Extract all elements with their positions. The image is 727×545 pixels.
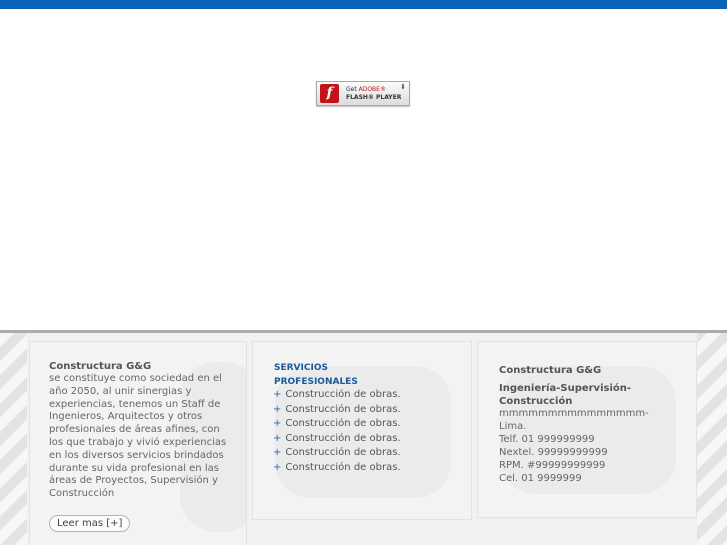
list-item[interactable]: + Construcción de obras. bbox=[273, 446, 401, 461]
contact-address-line: mmmmmmmmmmmmmmm- bbox=[499, 408, 649, 419]
plus-icon: + bbox=[273, 432, 282, 444]
plus-icon: + bbox=[273, 447, 282, 459]
contact-city: Lima. bbox=[499, 420, 527, 432]
get-flash-player-button[interactable]: f Get ADOBE® FLASH® PLAYER ⬇ bbox=[316, 81, 410, 106]
list-item[interactable]: + Construcción de obras. bbox=[273, 388, 401, 403]
flash-badge-line2: FLASH® PLAYER bbox=[346, 94, 402, 101]
contact-nextel: Nextel. 99999999999 bbox=[499, 446, 608, 458]
contact-subtitle: Ingeniería-Supervisión-Construcción bbox=[499, 383, 632, 407]
contact-rpm: RPM. #99999999999 bbox=[499, 459, 606, 471]
list-item[interactable]: + Construcción de obras. bbox=[273, 417, 401, 432]
plus-icon: + bbox=[273, 461, 282, 473]
about-description: se constituye como sociedad en el año 20… bbox=[49, 373, 227, 500]
top-accent-bar bbox=[0, 0, 727, 9]
services-list: + Construcción de obras. + Construcción de… bbox=[273, 388, 401, 476]
read-more-button[interactable]: Leer mas [+] bbox=[49, 515, 131, 532]
services-title: SERVICIOS PROFESIONALES bbox=[274, 363, 358, 387]
contact-details: mmmmmmmmmmmmmmm- Lima. Telf. 01 99999999… bbox=[499, 408, 649, 485]
list-item[interactable]: + Construcción de obras. bbox=[273, 432, 401, 447]
contact-cell: Cel. 01 9999999 bbox=[499, 472, 582, 484]
download-arrow-icon: ⬇ bbox=[400, 83, 406, 91]
plus-icon: + bbox=[273, 418, 282, 430]
plus-icon: + bbox=[273, 403, 282, 415]
plus-icon: + bbox=[273, 389, 282, 400]
about-title: Constructura G&G bbox=[49, 361, 152, 372]
list-item[interactable]: + Construcción de obras. bbox=[273, 403, 401, 418]
flash-badge-line1: Get ADOBE® bbox=[346, 86, 386, 93]
flash-logo-icon: f bbox=[320, 84, 339, 103]
contact-title: Constructura G&G bbox=[499, 365, 602, 376]
contact-phone: Telf. 01 999999999 bbox=[499, 433, 595, 445]
list-item[interactable]: + Construcción de obras. bbox=[273, 461, 401, 476]
